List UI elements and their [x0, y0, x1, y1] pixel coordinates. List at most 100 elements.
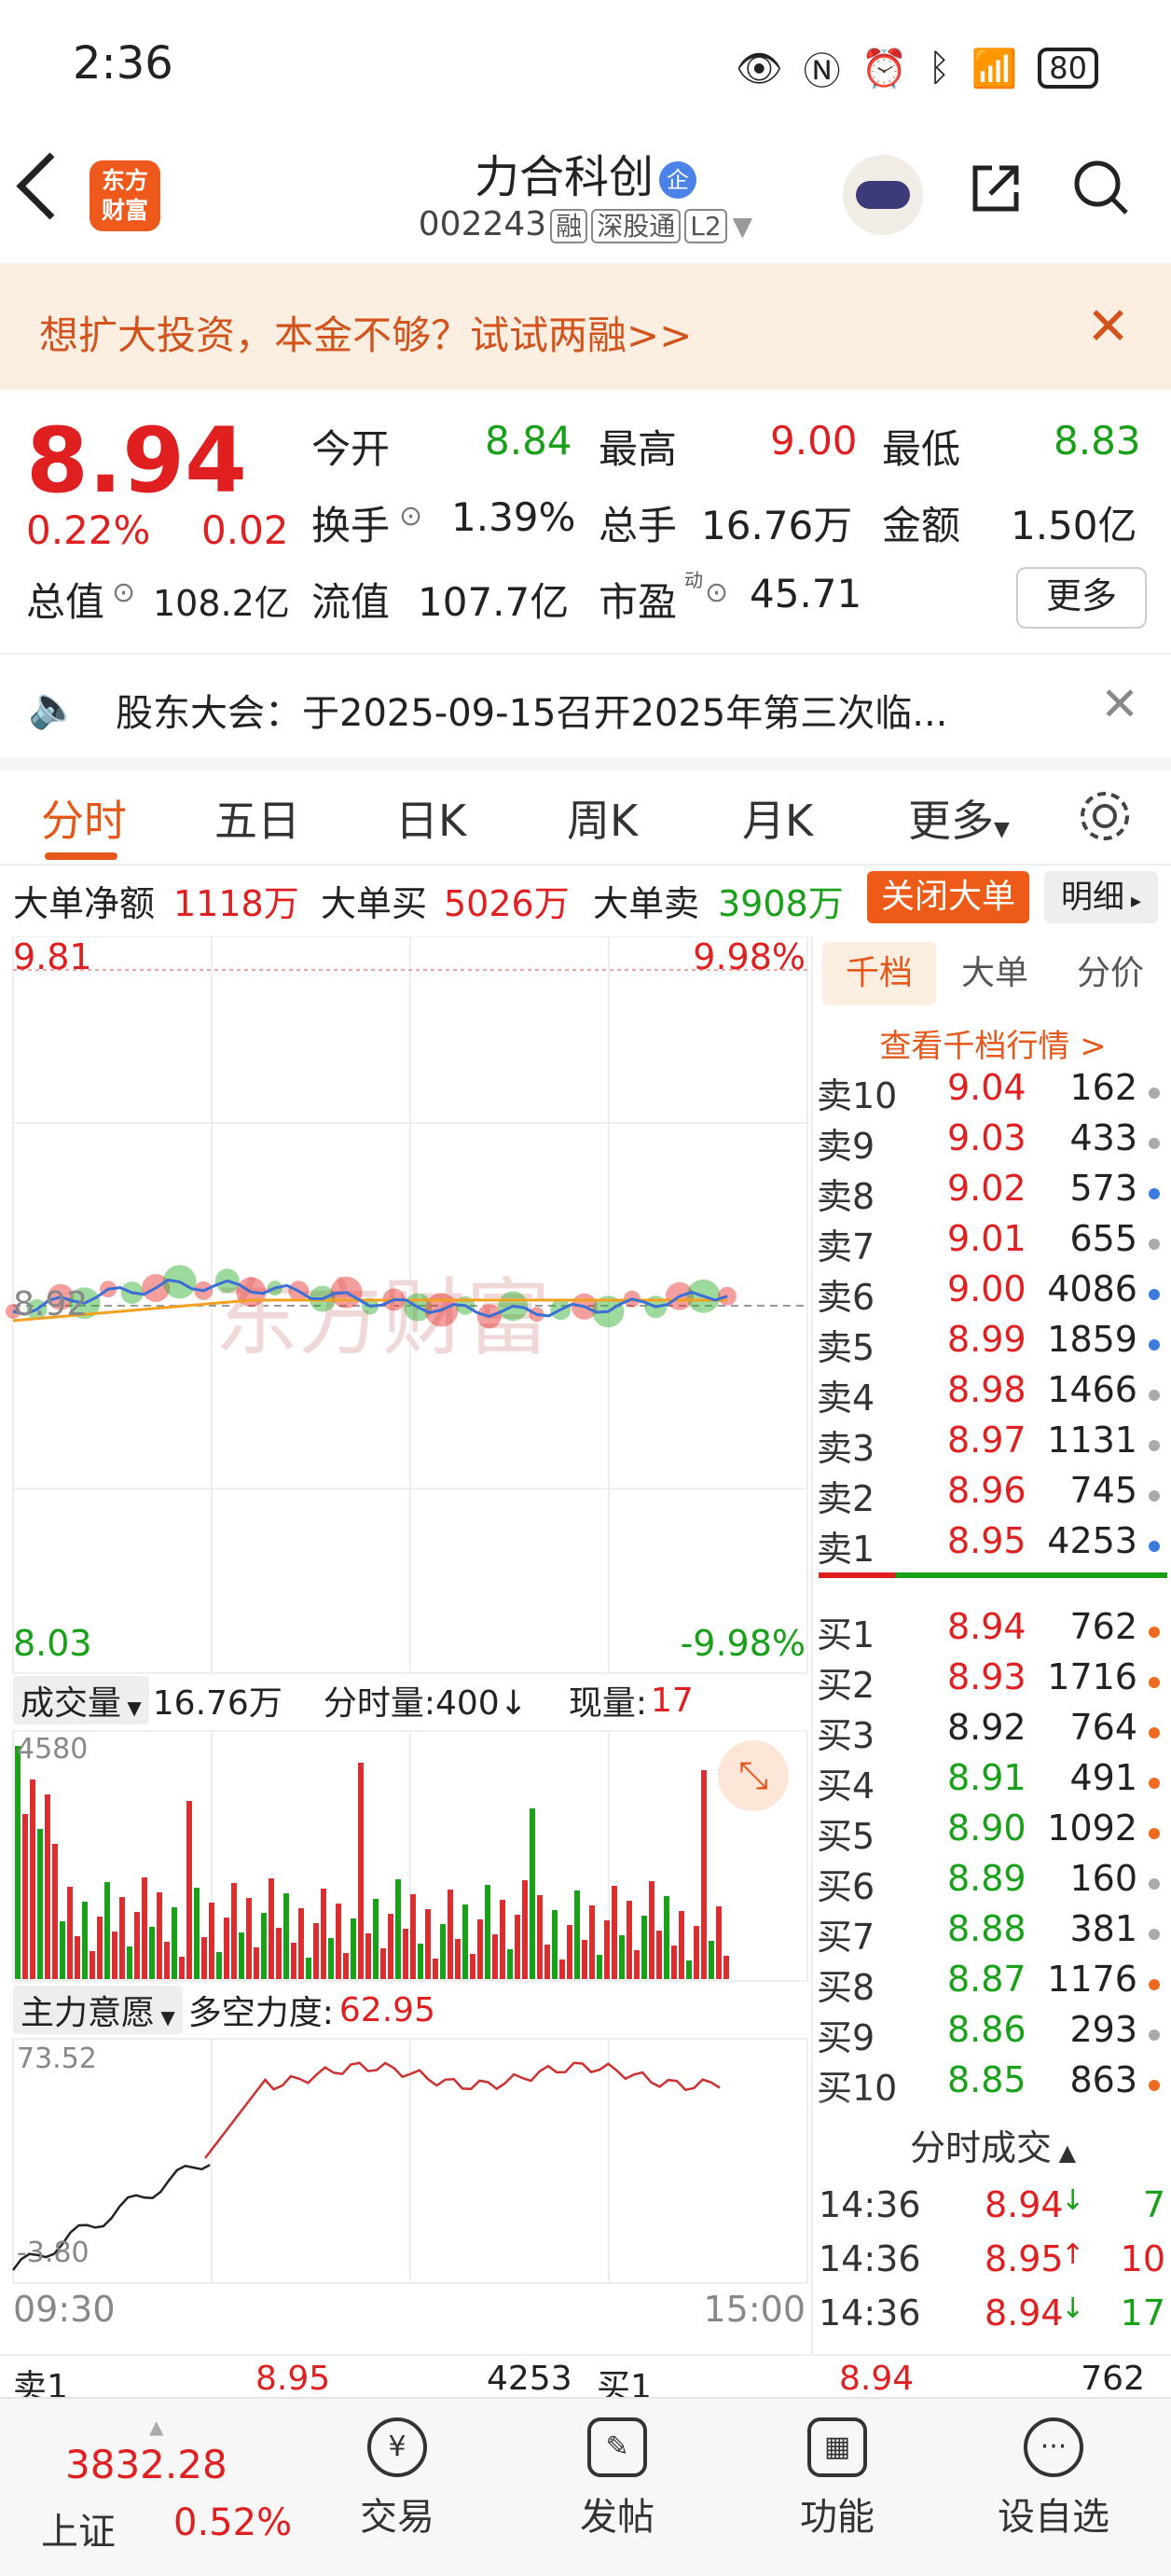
nav-trade[interactable]: ¥ 交易: [304, 2399, 490, 2576]
ticks-title[interactable]: 分时成交 ▲: [813, 2119, 1171, 2170]
speaker-icon: 🔈: [28, 684, 79, 731]
view-levels-link[interactable]: 查看千档行情 >: [813, 1020, 1171, 1066]
promo-text[interactable]: 想扩大投资，本金不够？试试两融>>: [39, 304, 692, 361]
tab-price-distribution[interactable]: 分价: [1054, 942, 1167, 1005]
volume-bar: [179, 1957, 185, 1979]
ask-row[interactable]: 卖8 9.02 573: [817, 1168, 1171, 1218]
order-dot-icon: [1149, 1929, 1160, 1940]
bid-price: 8.90: [947, 1807, 1026, 1849]
search-icon[interactable]: [1072, 159, 1130, 216]
buy-value: 5026万: [444, 883, 570, 924]
volume-bar: [186, 1801, 192, 1979]
volume-bar: [52, 1844, 58, 1979]
volume-bar: [686, 1960, 692, 1979]
ask-row[interactable]: 卖9 9.03 433: [817, 1117, 1171, 1168]
volume-bar: [440, 1924, 446, 1979]
expand-icon[interactable]: ⤡: [718, 1740, 789, 1811]
intraday-chart[interactable]: 东方财富 9.81 9.98% 8.92 8.03 -9.98% 成交量 ▼ 1…: [0, 936, 811, 2354]
ask-volume: 433: [1069, 1117, 1137, 1158]
bid-row[interactable]: 买1 8.94 762: [817, 1606, 1171, 1656]
ask-row[interactable]: 卖2 8.96 745: [817, 1470, 1171, 1520]
notice-text[interactable]: 股东大会：于2025-09-15召开2025年第三次临...: [116, 683, 947, 737]
net-label: 大单净额: [13, 883, 156, 924]
more-button[interactable]: 更多: [1016, 567, 1147, 629]
ask-price: 8.96: [947, 1470, 1026, 1511]
tag-level2[interactable]: L2: [684, 209, 727, 243]
indicator-selector[interactable]: 主力意愿 ▼: [13, 1986, 183, 2034]
info-icon[interactable]: ⊙: [399, 500, 422, 533]
trade-icon: ¥: [367, 2417, 427, 2477]
bid-volume: 381: [1069, 1908, 1137, 1949]
tab-daily-k[interactable]: 日K: [395, 787, 466, 849]
status-icons: 👁 Ⓝ ⏰ ᛒ 📶 80: [736, 41, 1098, 95]
close-big-deal-button[interactable]: 关闭大单: [867, 871, 1029, 923]
nav-post[interactable]: ✎ 发帖: [524, 2399, 710, 2576]
wifi-icon: 📶: [971, 47, 1018, 90]
tab-big-orders[interactable]: 大单: [938, 942, 1052, 1005]
volume-bar: [552, 1910, 558, 1979]
bid-row[interactable]: 买3 8.92 764: [817, 1707, 1171, 1757]
order-dot-icon: [1149, 1138, 1160, 1149]
book-separator: [819, 1572, 1167, 1578]
chevron-up-icon: ▲: [149, 2416, 164, 2438]
order-dot-icon: [1149, 1677, 1160, 1688]
high-value: 9.00: [770, 418, 858, 464]
promo-banner[interactable]: 想扩大投资，本金不够？试试两融>> ✕: [0, 263, 1171, 390]
notice-bar[interactable]: 🔈 股东大会：于2025-09-15召开2025年第三次临... ✕: [0, 653, 1171, 770]
order-dot-icon: [1149, 1289, 1160, 1300]
volume-bar: [30, 1780, 35, 1979]
bid-row[interactable]: 买4 8.91 491: [817, 1757, 1171, 1807]
volume-selector[interactable]: 成交量 ▼: [13, 1676, 149, 1724]
gear-icon[interactable]: [1076, 787, 1134, 845]
bid-price: 8.87: [947, 1959, 1026, 2000]
ask-row[interactable]: 卖3 8.97 1131: [817, 1420, 1171, 1470]
indicator-name: 多空力度:: [187, 1994, 334, 2032]
volume-bar: [694, 1926, 699, 1979]
chevron-down-icon[interactable]: ▼: [733, 211, 753, 242]
volume-bar: [462, 1904, 468, 1979]
bid-row[interactable]: 买8 8.87 1176: [817, 1959, 1171, 2009]
tab-more[interactable]: 更多▼: [908, 787, 1010, 849]
tab-monthly-k[interactable]: 月K: [742, 787, 813, 849]
close-icon[interactable]: ✕: [1100, 677, 1139, 731]
detail-button[interactable]: 明细 ▸: [1044, 871, 1158, 923]
tab-thousand-levels[interactable]: 千档: [822, 942, 936, 1005]
info-icon[interactable]: ⊙: [705, 576, 728, 609]
ask-volume: 4253: [1047, 1520, 1137, 1561]
ask-row[interactable]: 卖10 9.04 162: [817, 1067, 1171, 1117]
tick-volume: 10: [1120, 2238, 1165, 2279]
bid-row[interactable]: 买2 8.93 1716: [817, 1656, 1171, 1707]
bid-price: 8.86: [947, 2009, 1026, 2050]
share-icon[interactable]: [968, 160, 1024, 216]
tab-weekly-k[interactable]: 周K: [567, 787, 638, 849]
tab-five-day[interactable]: 五日: [214, 787, 300, 849]
bid-label: 买3: [817, 1715, 875, 1756]
bid-row[interactable]: 买6 8.89 160: [817, 1858, 1171, 1908]
ask-row[interactable]: 卖4 8.98 1466: [817, 1369, 1171, 1420]
nav-watchlist[interactable]: ··· 设自选: [960, 2399, 1147, 2576]
assistant-icon[interactable]: [843, 155, 923, 235]
volume-bar: [641, 1916, 647, 1979]
ask-row[interactable]: 卖7 9.01 655: [817, 1218, 1171, 1268]
ask-row[interactable]: 卖1 8.95 4253: [817, 1520, 1171, 1571]
bid-row[interactable]: 买10 8.85 863: [817, 2059, 1171, 2110]
change-percent: 0.22%: [26, 507, 151, 553]
chart-tabs: 分时 五日 日K 周K 月K 更多▼: [0, 770, 1171, 866]
close-icon[interactable]: ✕: [1086, 297, 1130, 357]
volume-bar: [246, 1898, 252, 1979]
turnover-value: 1.39%: [451, 494, 576, 540]
order-dot-icon: [1149, 2029, 1160, 2041]
bid-label: 买7: [817, 1917, 875, 1958]
ask-row[interactable]: 卖5 8.99 1859: [817, 1319, 1171, 1369]
tab-intraday[interactable]: 分时: [41, 787, 127, 849]
index-widget[interactable]: ▲ 3832.28 上证 0.52%: [26, 2416, 296, 2557]
ask-row[interactable]: 卖6 9.00 4086: [817, 1268, 1171, 1319]
info-icon[interactable]: ⊙: [112, 576, 135, 609]
tick-price: 8.95: [985, 2238, 1064, 2279]
bid-row[interactable]: 买7 8.88 381: [817, 1908, 1171, 1959]
bid-row[interactable]: 买9 8.86 293: [817, 2009, 1171, 2059]
more-dots-icon: ···: [1024, 2417, 1083, 2477]
bid-row[interactable]: 买5 8.90 1092: [817, 1807, 1171, 1858]
volume-bar: [470, 1954, 475, 1979]
nav-functions[interactable]: ▦ 功能: [744, 2399, 930, 2576]
